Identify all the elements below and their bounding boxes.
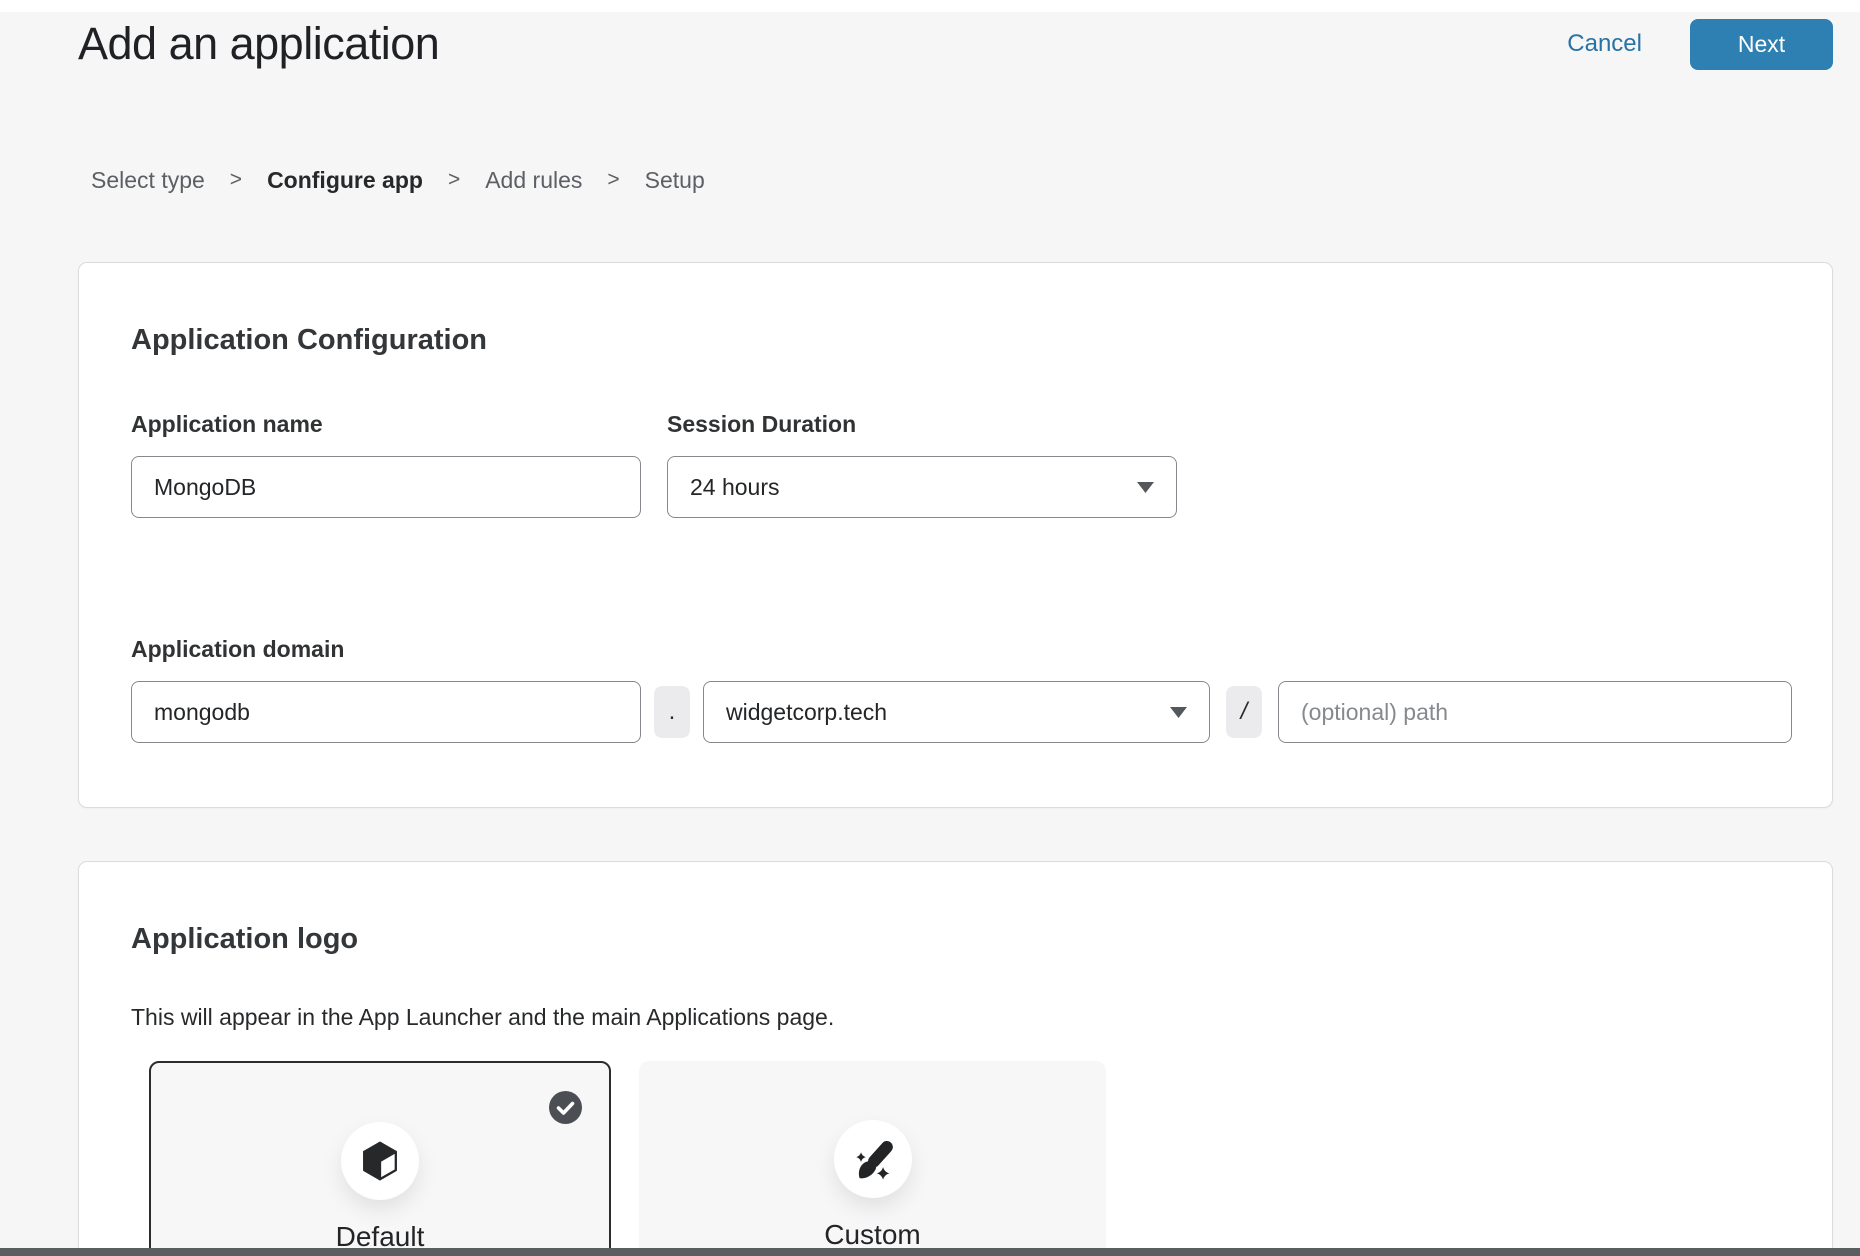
application-name-field: Application name: [131, 411, 641, 518]
add-application-page: Add an application Cancel Next Select ty…: [0, 0, 1860, 1256]
chevron-down-icon: [1137, 482, 1154, 493]
cancel-button[interactable]: Cancel: [1567, 30, 1642, 58]
session-duration-field: Session Duration 24 hours: [667, 411, 1177, 518]
window-bottom-edge: [0, 1248, 1860, 1256]
breadcrumb-separator: >: [448, 166, 460, 194]
logo-option-default[interactable]: Default: [149, 1061, 611, 1256]
subdomain-input[interactable]: [131, 681, 641, 743]
logo-options: Default Custom: [149, 1061, 1780, 1256]
breadcrumb-step-configure-app[interactable]: Configure app: [267, 166, 423, 194]
application-name-input[interactable]: [131, 456, 641, 518]
breadcrumb-step-add-rules[interactable]: Add rules: [485, 166, 582, 194]
application-configuration-card: Application Configuration Application na…: [78, 262, 1833, 808]
page-title: Add an application: [78, 18, 439, 70]
next-button[interactable]: Next: [1690, 19, 1833, 70]
breadcrumb-step-setup[interactable]: Setup: [645, 166, 705, 194]
application-name-label: Application name: [131, 411, 641, 437]
breadcrumb: Select type > Configure app > Add rules …: [78, 166, 1833, 194]
application-domain-label: Application domain: [131, 636, 1780, 662]
breadcrumb-separator: >: [230, 166, 242, 194]
session-duration-label: Session Duration: [667, 411, 1177, 437]
application-configuration-title: Application Configuration: [131, 323, 1780, 357]
chevron-down-icon: [1170, 707, 1187, 718]
header-actions: Cancel Next: [1567, 19, 1833, 70]
logo-option-custom[interactable]: Custom: [639, 1061, 1106, 1256]
page-header: Add an application Cancel Next: [78, 0, 1833, 70]
cube-icon: [357, 1138, 403, 1184]
default-logo-circle: [341, 1122, 419, 1200]
dot-separator: .: [654, 686, 690, 738]
check-circle-icon: [549, 1091, 582, 1124]
application-domain-row: . widgetcorp.tech /: [131, 681, 1780, 743]
application-logo-description: This will appear in the App Launcher and…: [131, 1004, 1780, 1030]
paintbrush-icon: [850, 1136, 896, 1182]
custom-logo-circle: [834, 1120, 912, 1198]
breadcrumb-separator: >: [607, 166, 619, 194]
domain-select-value: widgetcorp.tech: [726, 699, 887, 726]
path-input[interactable]: [1278, 681, 1792, 743]
session-duration-value: 24 hours: [690, 474, 780, 501]
session-duration-select[interactable]: 24 hours: [667, 456, 1177, 518]
name-session-row: Application name Session Duration 24 hou…: [131, 411, 1780, 518]
application-logo-title: Application logo: [131, 922, 1780, 956]
application-logo-card: Application logo This will appear in the…: [78, 861, 1833, 1256]
logo-option-custom-label: Custom: [824, 1219, 920, 1251]
slash-separator: /: [1226, 686, 1262, 738]
domain-select[interactable]: widgetcorp.tech: [703, 681, 1210, 743]
breadcrumb-step-select-type[interactable]: Select type: [91, 166, 205, 194]
